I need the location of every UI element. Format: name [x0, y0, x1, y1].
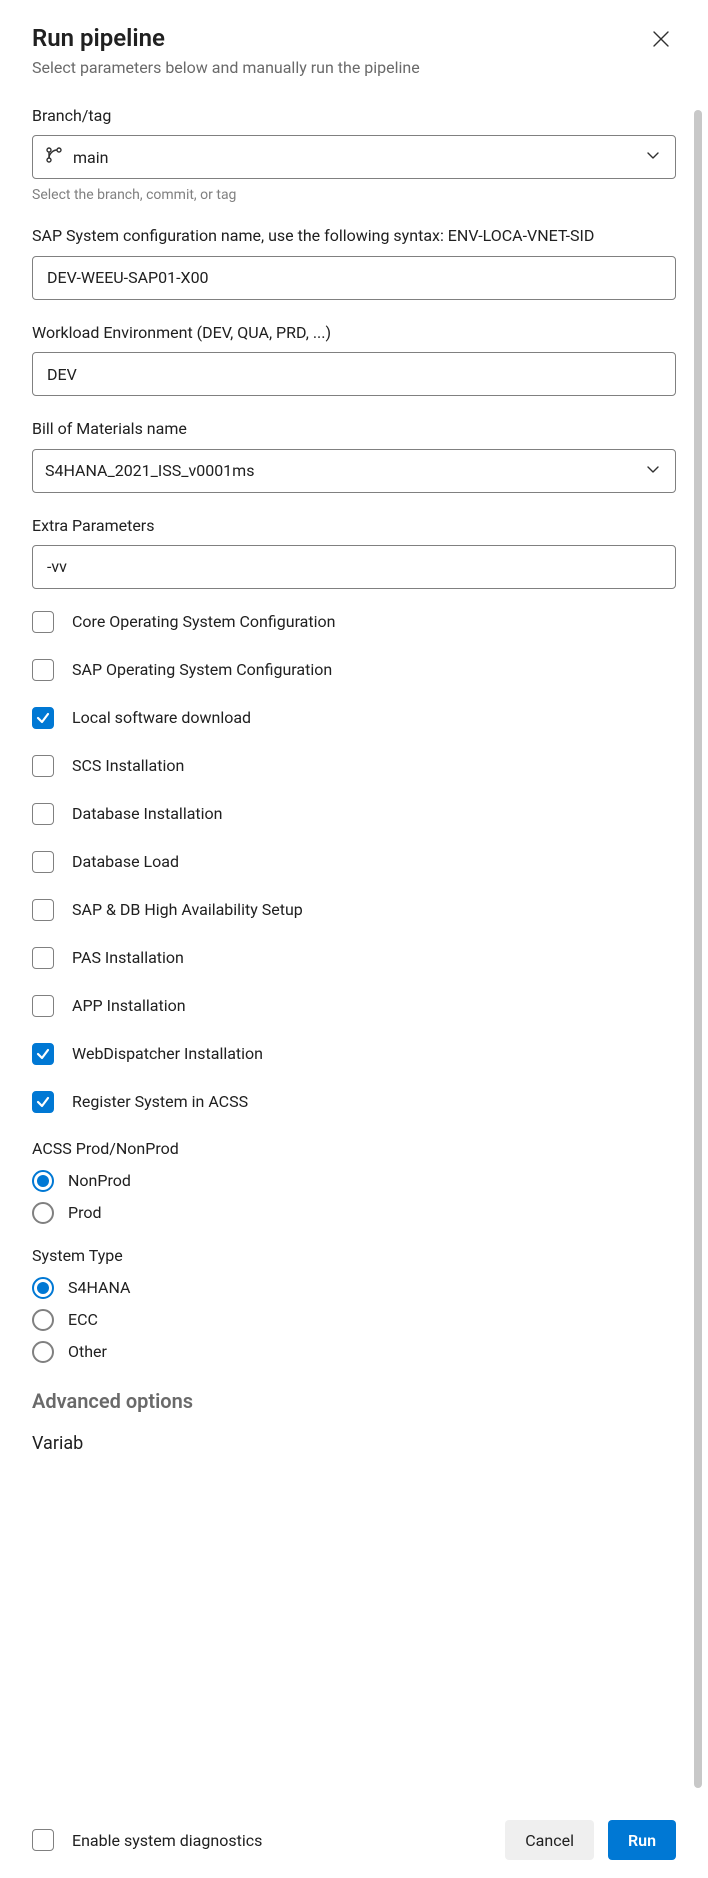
radio-row: ECC — [32, 1309, 676, 1331]
radio-label: NonProd — [68, 1171, 131, 1190]
radio-group-label-acss: ACSS Prod/NonProd — [32, 1139, 676, 1158]
extra-params-input[interactable] — [45, 556, 663, 577]
checkbox-row: Local software download — [32, 707, 676, 729]
chevron-down-icon — [645, 147, 661, 167]
checkbox-row: Register System in ACSS — [32, 1091, 676, 1113]
checkbox-label: Register System in ACSS — [72, 1092, 248, 1111]
panel-title: Run pipeline — [32, 24, 420, 52]
checkbox-row: WebDispatcher Installation — [32, 1043, 676, 1065]
checkbox-row: Core Operating System Configuration — [32, 611, 676, 633]
field-label: Workload Environment (DEV, QUA, PRD, ...… — [32, 322, 676, 344]
checkbox-label: Database Installation — [72, 804, 223, 823]
field-sap-config: SAP System configuration name, use the f… — [32, 225, 676, 299]
branch-value: main — [73, 148, 108, 167]
field-label: SAP System configuration name, use the f… — [32, 225, 676, 247]
field-label: Bill of Materials name — [32, 418, 676, 440]
checkbox[interactable] — [32, 803, 54, 825]
diagnostics-label: Enable system diagnostics — [72, 1831, 262, 1850]
checkbox[interactable] — [32, 611, 54, 633]
run-pipeline-panel: Run pipeline Select parameters below and… — [0, 0, 708, 1878]
field-workload-env: Workload Environment (DEV, QUA, PRD, ...… — [32, 322, 676, 396]
radio-row: NonProd — [32, 1170, 676, 1192]
radio-row: S4HANA — [32, 1277, 676, 1299]
field-bom: Bill of Materials name S4HANA_2021_ISS_v… — [32, 418, 676, 492]
checkbox-row: SCS Installation — [32, 755, 676, 777]
checkbox-row: SAP & DB High Availability Setup — [32, 899, 676, 921]
radio[interactable] — [32, 1277, 54, 1299]
radio-label: S4HANA — [68, 1278, 130, 1297]
field-label: Extra Parameters — [32, 515, 676, 537]
checkbox[interactable] — [32, 1091, 54, 1113]
radio[interactable] — [32, 1341, 54, 1363]
checkbox-row: APP Installation — [32, 995, 676, 1017]
checkbox-row: SAP Operating System Configuration — [32, 659, 676, 681]
checkbox-label: SAP & DB High Availability Setup — [72, 900, 303, 919]
checkbox[interactable] — [32, 851, 54, 873]
radio-row: Other — [32, 1341, 676, 1363]
checkbox[interactable] — [32, 899, 54, 921]
cancel-button[interactable]: Cancel — [505, 1820, 594, 1860]
radio-label: Other — [68, 1342, 107, 1361]
checkbox[interactable] — [32, 947, 54, 969]
extra-params-input-wrapper — [32, 545, 676, 589]
checkbox-label: SCS Installation — [72, 756, 184, 775]
run-button[interactable]: Run — [608, 1820, 676, 1860]
panel-footer: Enable system diagnostics Cancel Run — [0, 1802, 708, 1878]
field-extra-params: Extra Parameters — [32, 515, 676, 589]
checkbox-label: WebDispatcher Installation — [72, 1044, 263, 1063]
advanced-options-heading[interactable]: Advanced options — [32, 1389, 676, 1413]
radio[interactable] — [32, 1309, 54, 1331]
field-branch: Branch/tag main Select the branch, commi… — [32, 105, 676, 203]
checkbox[interactable] — [32, 707, 54, 729]
checkbox-label: Core Operating System Configuration — [72, 612, 335, 631]
cutoff-text: Variab — [32, 1433, 676, 1451]
panel-header: Run pipeline Select parameters below and… — [32, 24, 676, 105]
checkbox-label: PAS Installation — [72, 948, 184, 967]
chevron-down-icon — [645, 461, 661, 481]
checkbox-label: SAP Operating System Configuration — [72, 660, 332, 679]
radio-group-acss: NonProd Prod — [32, 1170, 676, 1224]
scrollbar[interactable] — [694, 110, 702, 1788]
workload-env-input[interactable] — [45, 364, 663, 385]
checkbox-label: Database Load — [72, 852, 179, 871]
workload-env-input-wrapper — [32, 352, 676, 396]
checkbox-row: PAS Installation — [32, 947, 676, 969]
radio-label: Prod — [68, 1203, 102, 1222]
field-label: Branch/tag — [32, 105, 676, 127]
radio-group-label-systype: System Type — [32, 1246, 676, 1265]
sap-config-input-wrapper — [32, 256, 676, 300]
checkbox[interactable] — [32, 755, 54, 777]
branch-help-text: Select the branch, commit, or tag — [32, 187, 676, 203]
radio[interactable] — [32, 1170, 54, 1192]
checkbox-row: Database Installation — [32, 803, 676, 825]
radio-row: Prod — [32, 1202, 676, 1224]
checkbox-label: APP Installation — [72, 996, 186, 1015]
git-branch-icon — [45, 146, 63, 168]
checkbox-row: Database Load — [32, 851, 676, 873]
checkbox[interactable] — [32, 1043, 54, 1065]
radio[interactable] — [32, 1202, 54, 1224]
checkbox[interactable] — [32, 995, 54, 1017]
radio-label: ECC — [68, 1310, 98, 1329]
diagnostics-checkbox[interactable] — [32, 1829, 54, 1851]
checkbox-list: Core Operating System Configuration SAP O… — [32, 611, 676, 1113]
close-button[interactable] — [646, 24, 676, 54]
close-icon — [652, 30, 670, 48]
sap-config-input[interactable] — [45, 267, 663, 288]
branch-select[interactable]: main — [32, 135, 676, 179]
checkbox-label: Local software download — [72, 708, 251, 727]
radio-group-systype: S4HANA ECC Other — [32, 1277, 676, 1363]
panel-subtitle: Select parameters below and manually run… — [32, 58, 420, 77]
checkbox[interactable] — [32, 659, 54, 681]
bom-value: S4HANA_2021_ISS_v0001ms — [45, 461, 254, 480]
bom-select[interactable]: S4HANA_2021_ISS_v0001ms — [32, 449, 676, 493]
